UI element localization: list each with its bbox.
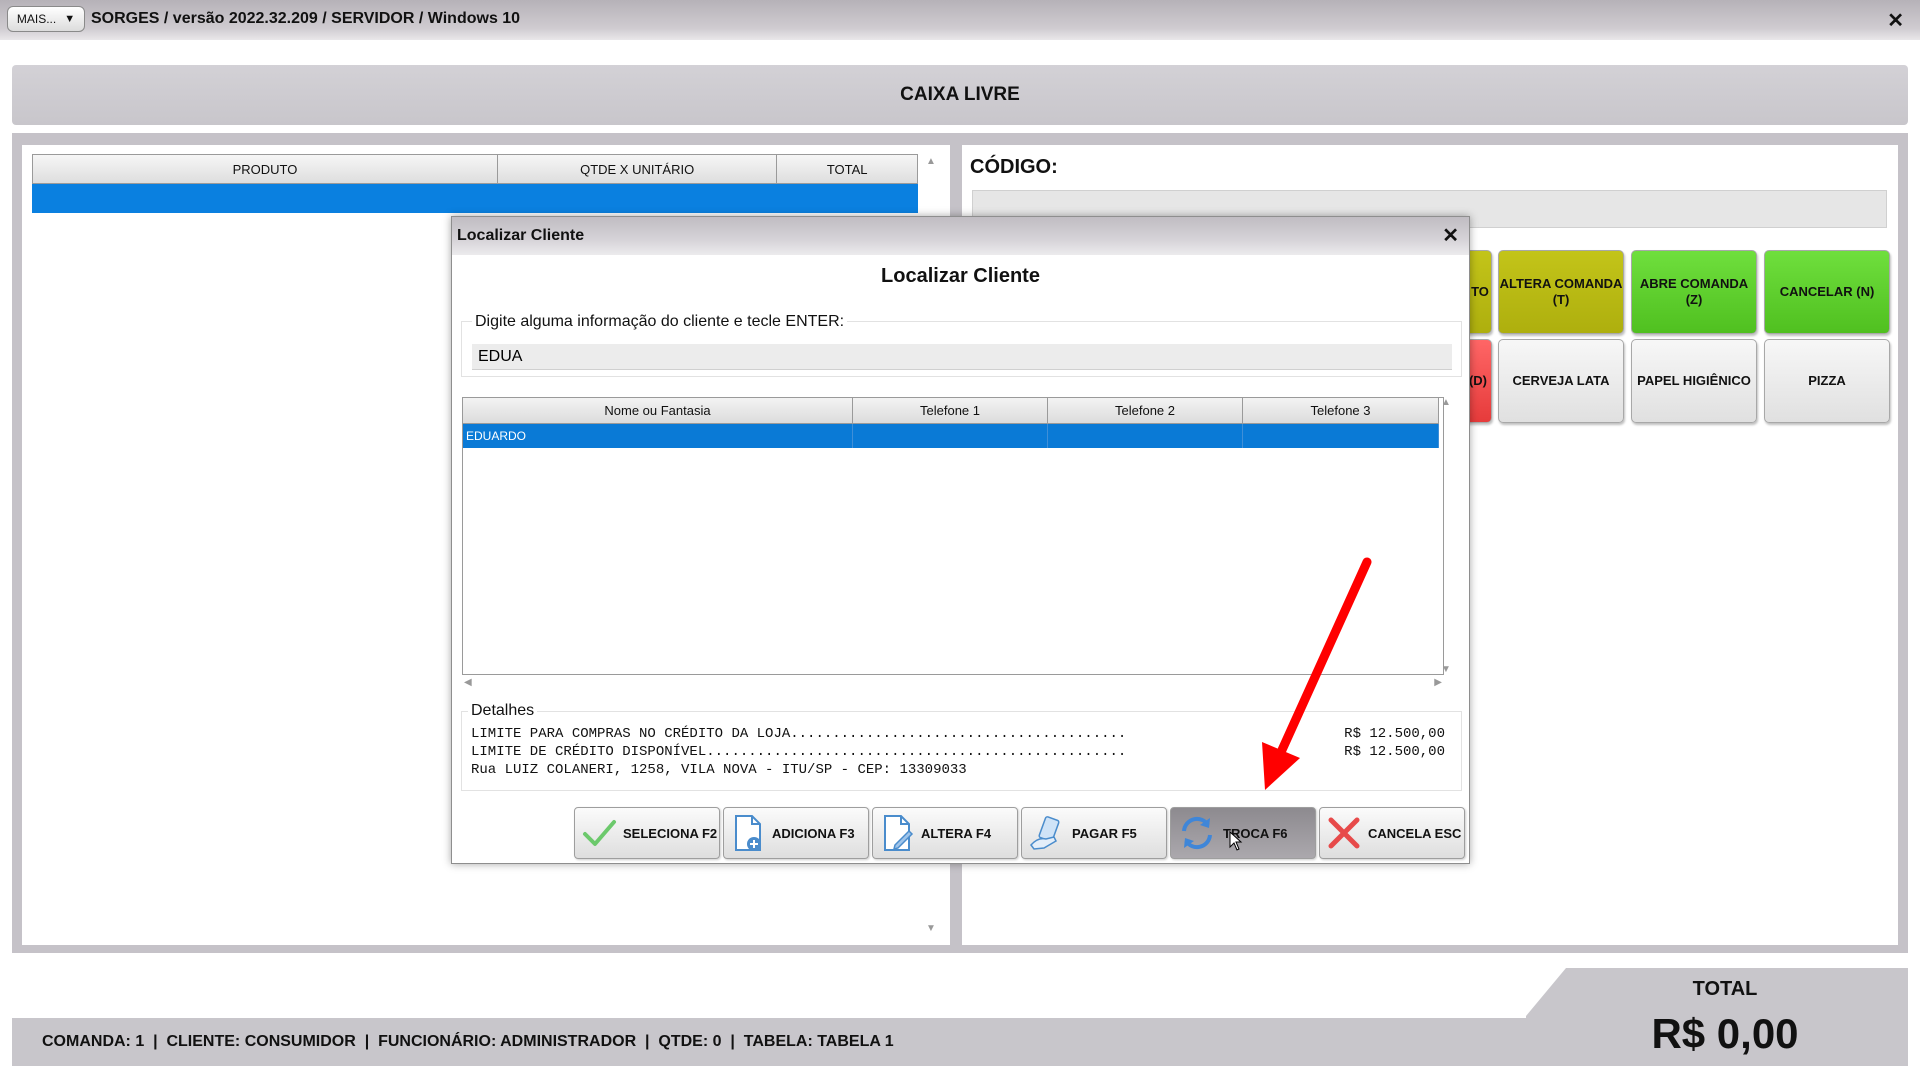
column-nome-fantasia[interactable]: Nome ou Fantasia	[463, 398, 853, 423]
shortcut-label: PIZZA	[1808, 373, 1846, 389]
detail-limite-compras-value: R$ 12.500,00	[1344, 726, 1445, 742]
scroll-up-icon[interactable]: ▲	[926, 156, 936, 167]
window-close-icon[interactable]: ✕	[1887, 8, 1904, 33]
dropdown-arrow-icon: ▼	[64, 13, 76, 25]
column-telefone-2[interactable]: Telefone 2	[1048, 398, 1243, 423]
seleciona-button[interactable]: SELECIONA F2	[574, 807, 720, 859]
troca-button[interactable]: TROCA F6	[1170, 807, 1316, 859]
mais-dropdown-button[interactable]: MAIS... ▼	[7, 6, 85, 32]
status-panel: CAIXA LIVRE	[12, 65, 1908, 125]
shortcut-button-papel-higienico[interactable]: PAPEL HIGIÊNICO	[1631, 339, 1757, 423]
shortcut-label: ALTERA COMANDA (T)	[1499, 276, 1623, 307]
column-telefone-1[interactable]: Telefone 1	[853, 398, 1048, 423]
cell-tel3	[1243, 424, 1439, 448]
column-telefone-3[interactable]: Telefone 3	[1243, 398, 1439, 423]
scroll-up-icon[interactable]: ▲	[1441, 397, 1451, 408]
codigo-label: CÓDIGO:	[970, 156, 1058, 178]
shortcut-button-cerveja-lata[interactable]: CERVEJA LATA	[1498, 339, 1624, 423]
column-produto[interactable]: PRODUTO	[33, 155, 498, 183]
shortcut-label: CANCELAR (N)	[1779, 284, 1875, 300]
grid-horizontal-scrollbar[interactable]: ◀ ▶	[462, 677, 1444, 691]
footer-info: COMANDA: 1 | CLIENTE: CONSUMIDOR | FUNCI…	[42, 1033, 894, 1050]
scroll-down-icon[interactable]: ▼	[1441, 664, 1451, 675]
scroll-right-icon[interactable]: ▶	[1434, 677, 1442, 688]
button-label: ADICIONA F3	[772, 825, 855, 841]
grid-vertical-scrollbar[interactable]: ▲ ▼	[1438, 397, 1454, 675]
dialog-title: Localizar Cliente	[457, 227, 585, 244]
scroll-down-icon[interactable]: ▼	[926, 923, 936, 934]
table-row[interactable]: EDUARDO	[463, 424, 1439, 448]
shortcut-label: PAPEL HIGIÊNICO	[1637, 373, 1751, 389]
shortcut-button-abre-comanda[interactable]: ABRE COMANDA (Z)	[1631, 250, 1757, 334]
cell-tel1	[853, 424, 1048, 448]
cell-name: EDUARDO	[463, 424, 853, 448]
edit-document-icon	[884, 815, 914, 851]
altera-button[interactable]: ALTERA F4	[872, 807, 1018, 859]
detail-limite-compras: LIMITE PARA COMPRAS NO CRÉDITO DA LOJA..…	[471, 726, 1127, 742]
refresh-icon	[1182, 816, 1212, 850]
scroll-left-icon[interactable]: ◀	[464, 677, 472, 688]
search-group: Digite alguma informação do cliente e te…	[461, 313, 1462, 377]
status-text: CAIXA LIVRE	[900, 84, 1020, 105]
title-bar: MAIS... ▼ SORGES / versão 2022.32.209 / …	[0, 0, 1920, 40]
detail-limite-disponivel-value: R$ 12.500,00	[1344, 744, 1445, 760]
client-grid-header: Nome ou Fantasia Telefone 1 Telefone 2 T…	[463, 398, 1439, 424]
check-icon	[583, 820, 616, 846]
column-total[interactable]: TOTAL	[777, 155, 917, 183]
search-label: Digite alguma informação do cliente e te…	[472, 313, 848, 331]
cancela-button[interactable]: CANCELA ESC	[1319, 807, 1465, 859]
mouse-cursor-icon	[1229, 831, 1243, 851]
button-label: SELECIONA F2	[623, 825, 718, 841]
button-label: ALTERA F4	[921, 825, 992, 841]
dialog-heading: Localizar Cliente	[881, 265, 1040, 287]
shortcut-button-cancelar[interactable]: CANCELAR (N)	[1764, 250, 1890, 334]
localizar-cliente-dialog: Localizar Cliente ✕ Localizar Cliente Di…	[451, 216, 1470, 864]
shortcut-label: CERVEJA LATA	[1512, 373, 1610, 389]
dialog-close-icon[interactable]: ✕	[1442, 223, 1459, 248]
product-table-header: PRODUTO QTDE X UNITÁRIO TOTAL	[32, 154, 918, 184]
column-qtde-unitario[interactable]: QTDE X UNITÁRIO	[498, 155, 778, 183]
details-group: Detalhes LIMITE PARA COMPRAS NO CRÉDITO …	[461, 702, 1462, 791]
client-grid: Nome ou Fantasia Telefone 1 Telefone 2 T…	[462, 397, 1444, 675]
client-search-input[interactable]	[472, 344, 1452, 370]
product-selected-row[interactable]	[32, 184, 918, 213]
detail-limite-disponivel: LIMITE DE CRÉDITO DISPONÍVEL............…	[471, 744, 1127, 760]
add-document-icon	[735, 815, 761, 851]
shortcut-button-pizza[interactable]: PIZZA	[1764, 339, 1890, 423]
window-title: SORGES / versão 2022.32.209 / SERVIDOR /…	[91, 10, 521, 27]
details-label: Detalhes	[468, 702, 538, 720]
shortcut-label: ABRE COMANDA (Z)	[1639, 276, 1749, 307]
mais-label: MAIS...	[16, 12, 57, 26]
dialog-title-bar[interactable]: Localizar Cliente ✕	[452, 217, 1469, 255]
button-label: CANCELA ESC	[1368, 825, 1462, 841]
adiciona-button[interactable]: ADICIONA F3	[723, 807, 869, 859]
shortcut-button-altera-comanda[interactable]: ALTERA COMANDA (T)	[1498, 250, 1624, 334]
total-value: R$ 0,00	[1651, 1010, 1799, 1057]
pagar-button[interactable]: PAGAR F5	[1021, 807, 1167, 859]
button-label: PAGAR F5	[1072, 825, 1137, 841]
cell-tel2	[1048, 424, 1243, 448]
x-icon	[1328, 817, 1360, 849]
total-label: TOTAL	[1692, 978, 1758, 1000]
payment-icon	[1030, 816, 1060, 850]
detail-address: Rua LUIZ COLANERI, 1258, VILA NOVA - ITU…	[471, 762, 967, 778]
